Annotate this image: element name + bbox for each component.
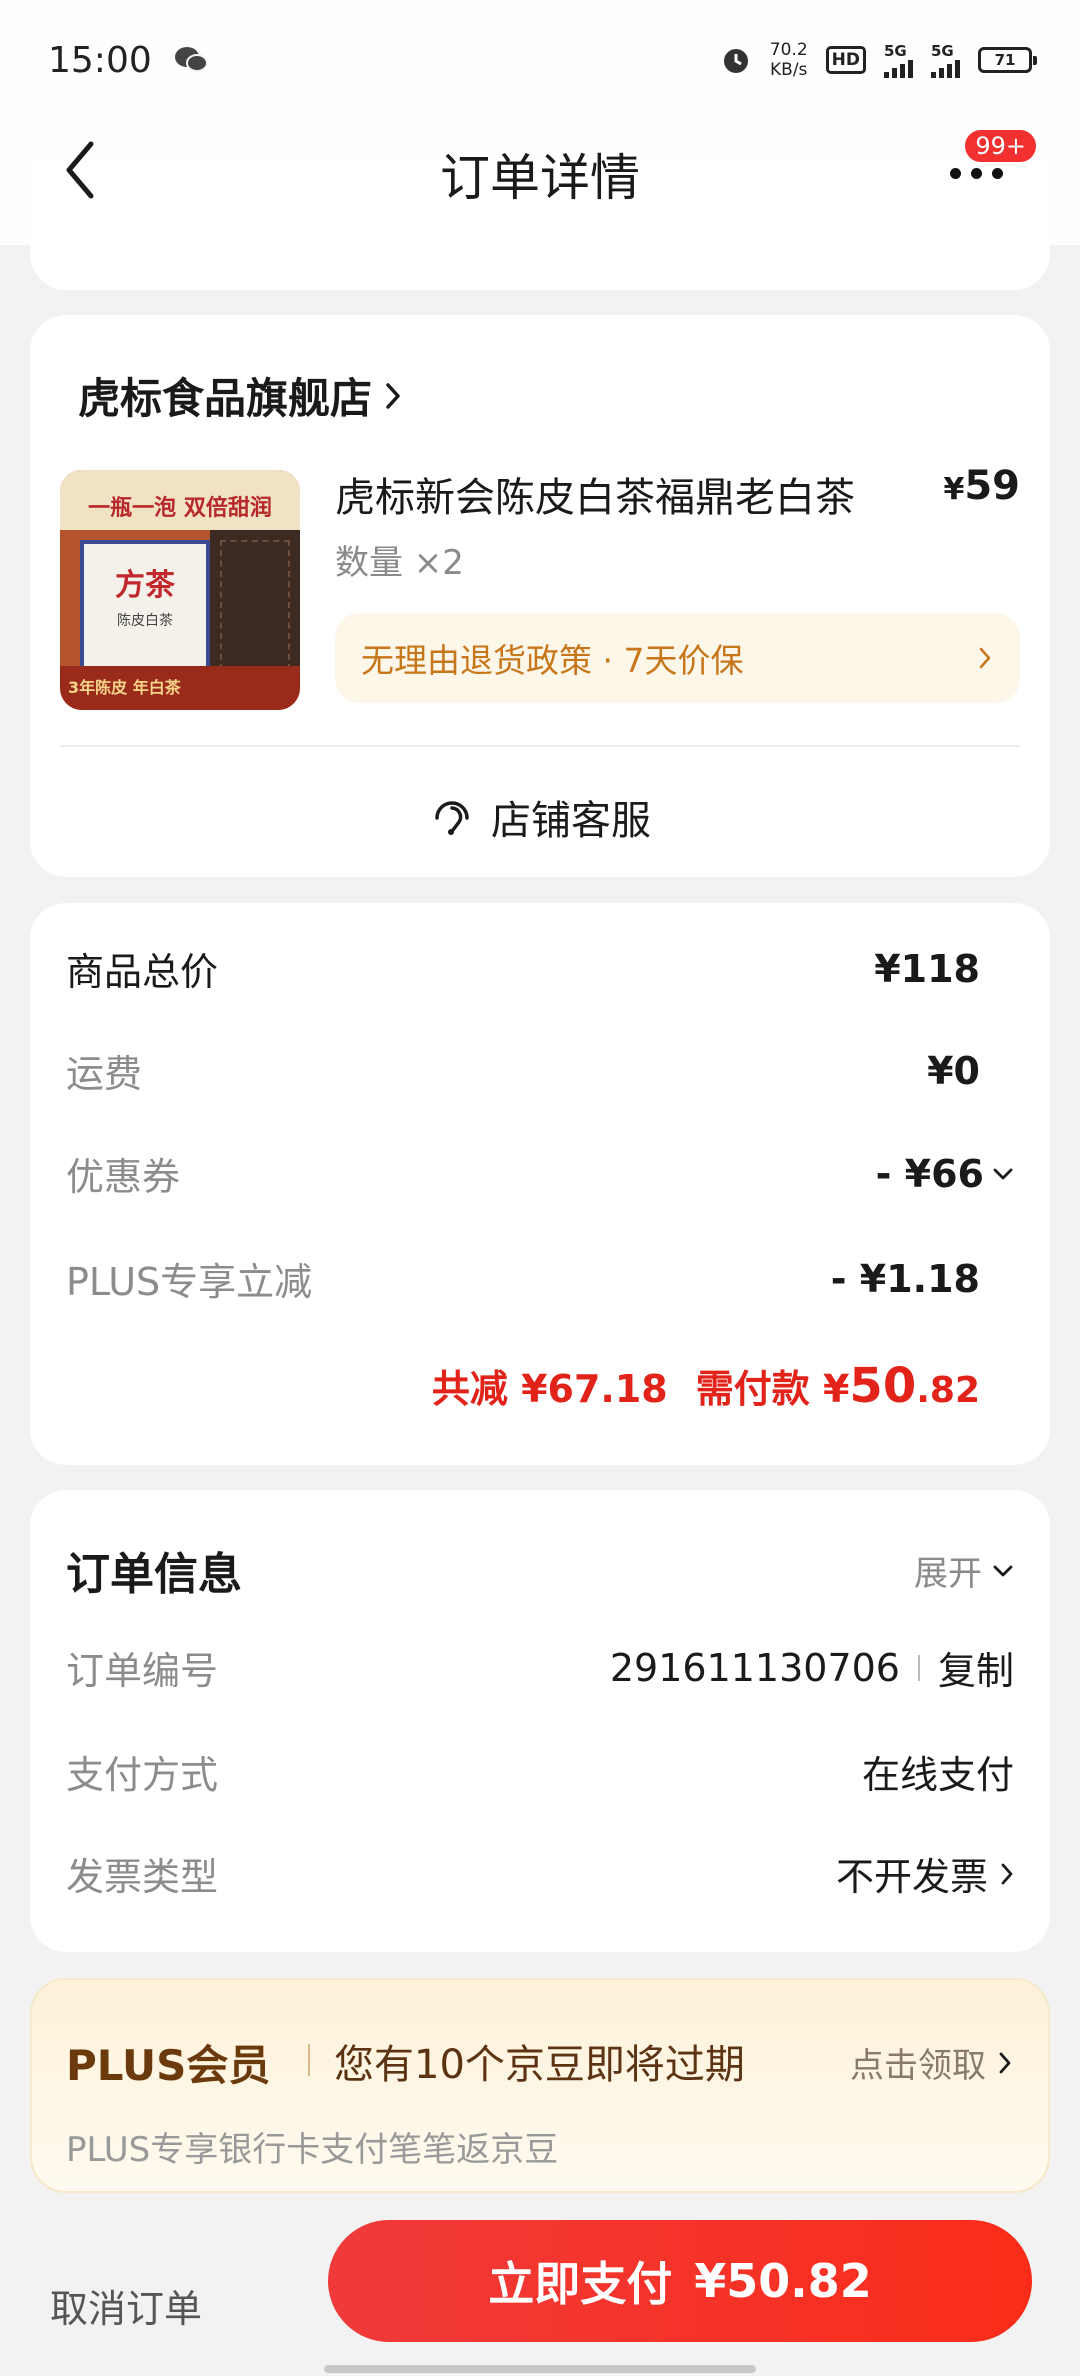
price-row-subtotal: 商品总价 ¥118: [66, 946, 980, 995]
product-title[interactable]: 虎标新会陈皮白茶福鼎老白茶: [335, 465, 895, 523]
payment-method: 在线支付: [861, 1753, 1014, 1797]
order-info-card: 订单信息 展开 订单编号 291611130706 复制 支付方式 在线支付 发…: [30, 1490, 1050, 1952]
chevron-right-icon: [386, 382, 400, 409]
price-row-shipping: 运费 ¥0: [66, 1048, 980, 1097]
order-number: 291611130706: [609, 1645, 900, 1690]
chevron-down-icon: [993, 1565, 1013, 1576]
product-thumbnail[interactable]: 一瓶一泡 双倍甜润 方茶 陈皮白茶 3年陈皮 年白茶: [60, 470, 300, 710]
separator: [917, 1654, 920, 1681]
plus-member-logo: PLUS会员: [66, 2041, 271, 2090]
status-time: 15:00: [48, 39, 152, 81]
product-price: ¥59: [943, 463, 1020, 509]
invoice-type-row[interactable]: 发票类型 不开发票: [66, 1846, 1014, 1901]
bottom-action-bar: 取消订单 立即支付 ¥50.82: [0, 2200, 1080, 2376]
price-row-coupon[interactable]: 优惠券 - ¥66: [66, 1146, 1014, 1201]
alarm-icon: [723, 49, 748, 73]
status-bar: 15:00 70.2 KB/s HD 5G 5G 71: [0, 0, 1080, 120]
price-breakdown-card: 商品总价 ¥118 运费 ¥0 优惠券 - ¥66 PLUS专享立减 - ¥1.…: [30, 903, 1050, 1465]
home-indicator[interactable]: [324, 2365, 756, 2373]
signal-5g-icon-2: 5G: [931, 42, 960, 78]
chevron-right-icon: [999, 2052, 1011, 2073]
expand-order-info-button[interactable]: 展开: [914, 1546, 1014, 1595]
more-menu-button[interactable]: 99+: [940, 128, 1038, 200]
amount-payable: 需付款 ¥50.82: [695, 1358, 980, 1414]
headset-icon: [435, 801, 469, 835]
page-title: 订单详情: [440, 149, 640, 207]
chevron-right-icon: [1001, 1863, 1013, 1884]
copy-order-number-button[interactable]: 复制: [938, 1640, 1014, 1695]
plus-expiry-message: 您有10个京豆即将过期: [334, 2042, 745, 2088]
product-quantity: 数量 ×2: [335, 543, 464, 583]
claim-beans-button[interactable]: 点击领取: [850, 2038, 1012, 2087]
payment-method-row: 支付方式 在线支付: [66, 1744, 1014, 1799]
thumbnail-caption: 3年陈皮 年白茶: [60, 666, 300, 710]
pay-now-button[interactable]: 立即支付 ¥50.82: [328, 2220, 1032, 2342]
plus-member-banner[interactable]: PLUS会员 您有10个京豆即将过期 点击领取 PLUS专享银行卡支付笔笔返京豆: [30, 1978, 1050, 2193]
store-name-link[interactable]: 虎标食品旗舰店: [78, 365, 402, 426]
coupon-value: - ¥66: [875, 1151, 984, 1196]
invoice-type: 不开发票: [835, 1855, 988, 1899]
wechat-icon: [174, 47, 208, 72]
return-policy-text: 无理由退货政策 · 7天价保: [361, 641, 744, 680]
order-info-title: 订单信息: [66, 1549, 242, 1600]
cancel-order-button[interactable]: 取消订单: [50, 2278, 202, 2333]
store-item-card: 虎标食品旗舰店 一瓶一泡 双倍甜润 方茶 陈皮白茶 3年陈皮 年白茶 虎标新会陈…: [30, 315, 1050, 877]
hd-voice-icon: HD: [825, 46, 866, 74]
chevron-right-icon: [979, 647, 991, 669]
store-customer-service-button[interactable]: 店铺客服: [30, 777, 1050, 857]
total-summary: 共减 ¥67.18 需付款 ¥50.82: [432, 1358, 980, 1414]
message-count-badge: 99+: [963, 128, 1038, 164]
price-row-plus-discount: PLUS专享立减 - ¥1.18: [66, 1256, 980, 1305]
signal-5g-icon: 5G: [884, 42, 913, 78]
customer-service-label: 店铺客服: [491, 798, 651, 844]
thumbnail-package: 方茶 陈皮白茶: [80, 540, 210, 680]
more-dots-icon: [950, 168, 1003, 179]
battery-icon: 71: [978, 47, 1037, 73]
divider: [60, 745, 1020, 747]
total-discount: 共减 ¥67.18: [431, 1367, 668, 1411]
thumbnail-slogan: 一瓶一泡 双倍甜润: [60, 470, 300, 530]
return-policy-banner[interactable]: 无理由退货政策 · 7天价保: [335, 613, 1020, 703]
plus-sub-message: PLUS专享银行卡支付笔笔返京豆: [66, 2130, 559, 2170]
order-number-row: 订单编号 291611130706 复制: [66, 1640, 1014, 1695]
network-speed: 70.2 KB/s: [769, 40, 808, 80]
separator: [308, 2044, 310, 2076]
chevron-down-icon: [993, 1168, 1013, 1179]
thumbnail-tea-cakes: [210, 530, 300, 680]
